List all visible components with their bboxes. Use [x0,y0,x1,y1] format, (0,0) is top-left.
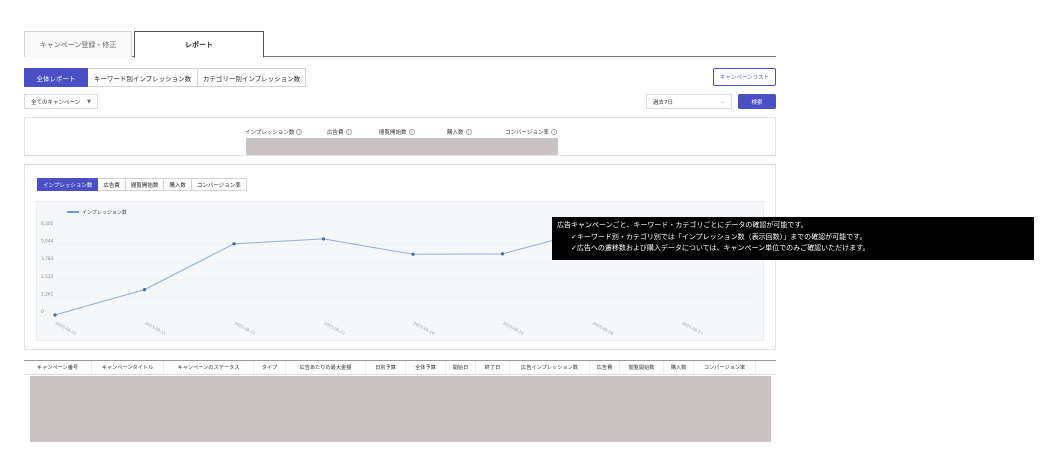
metric-tab-view-starts[interactable]: 閲覧開始数 [125,178,165,191]
series-line [54,229,593,316]
table-header-cell: キャンペーンのステータス [164,361,254,374]
table-header-cell: 開始日 [446,361,476,374]
x-tick-label: 2023-06-17 [681,320,704,336]
summary-label-view-starts: 閲覧開始数? [379,129,415,136]
y-tick-label: 5,044 [41,239,54,245]
data-point [321,237,326,241]
period-select-value: 過去7日 [653,99,673,106]
sub-tab-keyword-impressions[interactable]: キーワード別インプレッション数 [88,68,198,87]
tooltip-line-2: ✓キーワード別・カテゴリ別では「インプレッション数（表示回数）」までの確認が可能… [571,232,867,241]
x-tick-label: 2023-06-10 [55,320,78,336]
info-tooltip: 広告キャンペーンごと、キーワード・カテゴリごとにデータの確認が可能です。 ✓キー… [552,217,1034,260]
table-header-cell: 広告あたりの最大金額 [286,361,366,374]
help-icon[interactable]: ? [550,129,557,135]
table-header-cell: 広告費 [590,361,620,374]
summary-label-ad-cost: 広告費? [327,129,352,136]
chevron-down-icon: ▼ [87,98,91,105]
help-icon[interactable]: ? [296,129,303,135]
metric-tab-ad-cost[interactable]: 広告費 [98,178,126,191]
y-tick-label: 3,783 [41,256,54,262]
tooltip-line-1: 広告キャンペーンごと、キーワード・カテゴリごとにデータの確認が可能です。 [557,221,808,229]
data-point [142,287,147,292]
campaign-select[interactable]: 全てのキャンペーン ▼ [24,94,98,109]
tooltip-line-3: ✓広告への遷移数および購入データについては、キャンペーン単位でのみご確認いただけ… [571,244,870,252]
legend-label: インプレッション数 [82,209,127,216]
x-tick-label: 2023-06-15 [502,320,525,336]
data-point [500,252,505,256]
period-select[interactable]: 過去7日 ⌄ [646,94,732,109]
y-tick-label: 0 [41,309,44,315]
search-button[interactable]: 検索 [738,94,776,109]
metric-tab-conversion-rate[interactable]: コンバージョン率 [191,178,247,191]
top-tab-bar: キャンペーン登録・修正 レポート [24,31,776,58]
metric-tab-impressions[interactable]: インプレッション数 [37,178,99,191]
table-header-cell: 終了日 [476,361,510,374]
x-tick-label: 2023-06-13 [323,320,346,336]
campaign-list-button[interactable]: キャンペーンリスト [713,68,776,86]
table-header-cell: キャンペーン番号 [24,361,92,374]
tab-campaign-edit[interactable]: キャンペーン登録・修正 [24,31,132,57]
table-header-cell: キャンペーンタイトル [92,361,164,374]
y-tick-label: 2,522 [41,274,54,280]
summary-label-impressions: インプレッション数? [245,129,303,136]
table-header-cell: 日別予算 [366,361,406,374]
table-body-masked [30,376,771,442]
summary-label-purchases: 購入数? [447,129,472,136]
table-header-row: キャンペーン番号 キャンペーンタイトル キャンペーンのステータス タイプ 広告あたりの最… [24,360,776,375]
x-tick-label: 2023-06-16 [592,320,615,336]
campaign-table: キャンペーン番号 キャンペーンタイトル キャンペーンのステータス タイプ 広告あたりの最… [24,360,776,442]
summary-label-conversion-rate: コンバージョン率? [505,129,557,136]
help-icon[interactable]: ? [465,129,472,135]
x-tick-label: 2023-06-12 [234,320,257,336]
sub-tab-category-impressions[interactable]: カテゴリー別インプレッション数 [198,68,306,87]
report-sub-tabs: 全体レポート キーワード別インプレッション数 カテゴリー別インプレッション数 [24,68,306,87]
help-icon[interactable]: ? [408,129,415,135]
table-header-cell: 購入数 [664,361,694,374]
table-header-cell: コンバージョン率 [694,361,756,374]
chevron-down-icon: ⌄ [720,98,725,105]
data-point [232,242,236,246]
summary-panel: インプレッション数? 広告費? 閲覧開始数? 購入数? コンバージョン率? [24,117,776,156]
table-header-cell: タイプ [254,361,286,374]
summary-values-masked [246,138,558,155]
x-tick-label: 2023-06-11 [144,320,167,336]
table-header-cell: 全体予算 [406,361,446,374]
y-tick-label: 1,261 [41,291,54,297]
table-header-cell: 閲覧開始数 [620,361,664,374]
table-header-cell: 広告インプレッション数 [510,361,590,374]
metric-tab-purchases[interactable]: 購入数 [164,178,192,191]
y-tick-label: 6,305 [41,221,54,227]
metric-tabs: インプレッション数 広告費 閲覧開始数 購入数 コンバージョン率 [37,178,247,191]
sub-tab-overall-report[interactable]: 全体レポート [24,68,88,87]
campaign-select-value: 全てのキャンペーン [31,99,81,106]
tab-report[interactable]: レポート [134,31,264,58]
x-tick-label: 2023-06-14 [413,320,436,336]
data-point [411,252,415,256]
help-icon[interactable]: ? [345,129,352,135]
data-point [53,313,57,317]
